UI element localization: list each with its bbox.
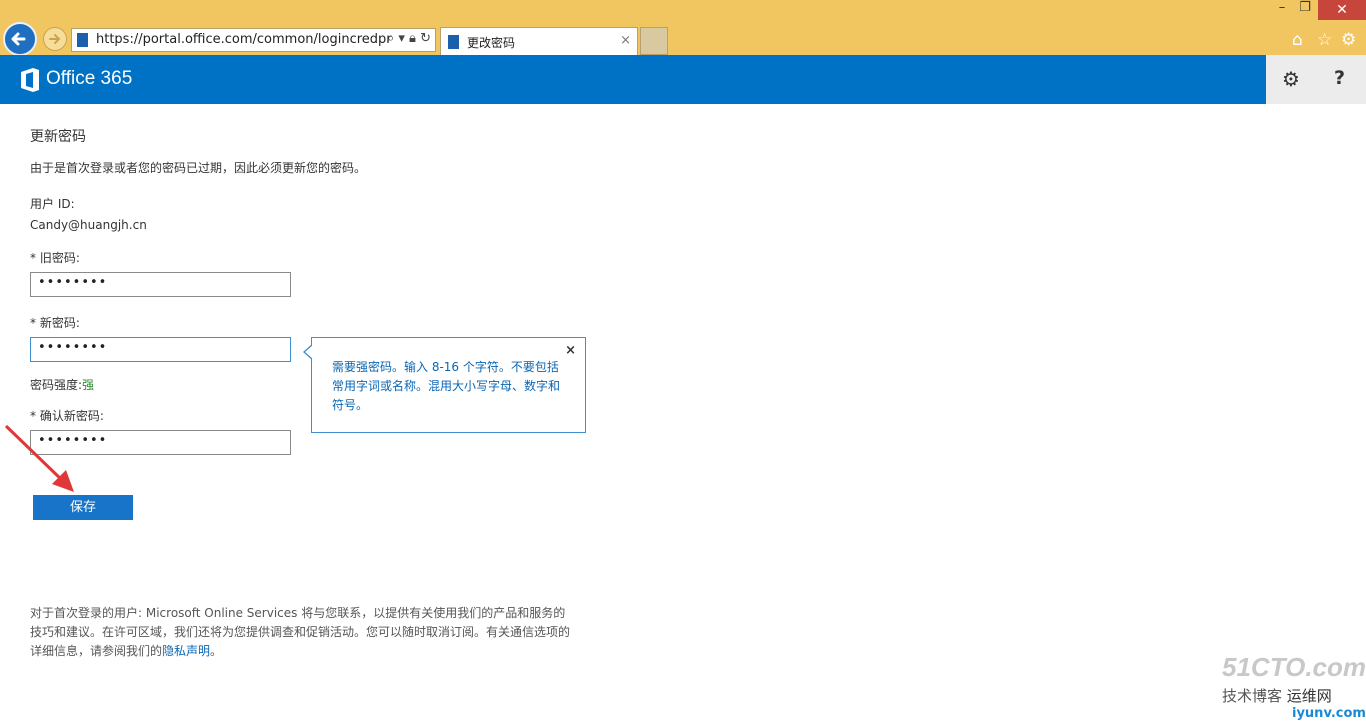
app-title[interactable]: Office 365	[46, 68, 132, 90]
office-favicon	[448, 35, 459, 49]
page-description: 由于是首次登录或者您的密码已过期，因此必须更新您的密码。	[30, 161, 367, 175]
back-button[interactable]	[3, 22, 37, 56]
settings-icon[interactable]: ⚙	[1341, 30, 1356, 50]
user-id-value: Candy@huangjh.cn	[30, 218, 147, 232]
privacy-link[interactable]: 隐私声明	[162, 644, 210, 658]
password-strength: 密码强度:强	[30, 376, 94, 393]
address-tools: ⌕ ▾ 🔒︎ ↻	[387, 31, 431, 46]
watermark-line4: iyunv.com	[1292, 706, 1366, 721]
page-title: 更新密码	[30, 129, 86, 145]
watermark-line3: 运维网	[1286, 687, 1332, 705]
new-password-label: * 新密码:	[30, 316, 80, 330]
office-logo-icon	[21, 68, 39, 92]
close-icon[interactable]: ×	[565, 343, 576, 358]
old-password-field[interactable]: ••••••••	[30, 272, 291, 297]
tab-active[interactable]: 更改密码 ×	[440, 27, 638, 55]
user-id-label: 用户 ID:	[30, 197, 75, 211]
o365-header: Office 365	[0, 55, 1366, 104]
help-button[interactable]: ?	[1334, 67, 1345, 89]
forward-icon	[49, 34, 61, 44]
tab-title: 更改密码	[467, 36, 516, 50]
annotation-arrow	[4, 424, 74, 492]
tab-close-icon[interactable]: ×	[620, 33, 631, 48]
window-close-button[interactable]: ✕	[1318, 0, 1366, 20]
gear-icon[interactable]: ⚙	[1282, 67, 1300, 91]
tooltip-text: 需要强密码。输入 8-16 个字符。不要包括常用字词或名称。混用大小写字母、数字…	[332, 360, 561, 412]
watermark: 51CTO.com 技术博客 运维网 iyunv.com	[1222, 652, 1366, 721]
minimize-button[interactable]: –	[1272, 0, 1292, 15]
favorites-icon[interactable]: ☆	[1317, 30, 1332, 50]
old-password-label: * 旧密码:	[30, 251, 80, 265]
refresh-icon[interactable]: ↻	[420, 31, 431, 46]
forward-button[interactable]	[43, 27, 67, 51]
address-bar[interactable]: https://portal.office.com/common/logincr…	[71, 28, 436, 52]
header-tools: ⚙ ?	[1266, 55, 1366, 104]
password-hint-tooltip: × 需要强密码。输入 8-16 个字符。不要包括常用字词或名称。混用大小写字母、…	[303, 337, 586, 433]
new-password-field[interactable]: ••••••••	[30, 337, 291, 362]
back-icon	[11, 32, 26, 46]
footer-notice: 对于首次登录的用户: Microsoft Online Services 将与您…	[30, 606, 571, 658]
watermark-line2: 技术博客	[1222, 687, 1283, 705]
strength-label: 密码强度:	[30, 378, 83, 392]
home-icon[interactable]: ⌂	[1292, 30, 1303, 50]
url-text[interactable]: https://portal.office.com/common/logincr…	[96, 32, 392, 47]
strength-value: 强	[82, 378, 95, 392]
footer-text: 对于首次登录的用户: Microsoft Online Services 将与您…	[30, 606, 571, 658]
search-icon[interactable]: ⌕	[387, 31, 394, 46]
restore-button[interactable]: ❐	[1295, 0, 1315, 15]
browser-toolbar: https://portal.office.com/common/logincr…	[0, 0, 1366, 56]
lock-icon[interactable]: 🔒︎	[409, 31, 416, 46]
watermark-line1: 51CTO.com	[1222, 652, 1366, 682]
chevron-down-icon[interactable]: ▾	[398, 31, 405, 46]
new-tab-button[interactable]	[640, 27, 668, 55]
office-favicon	[77, 33, 88, 47]
